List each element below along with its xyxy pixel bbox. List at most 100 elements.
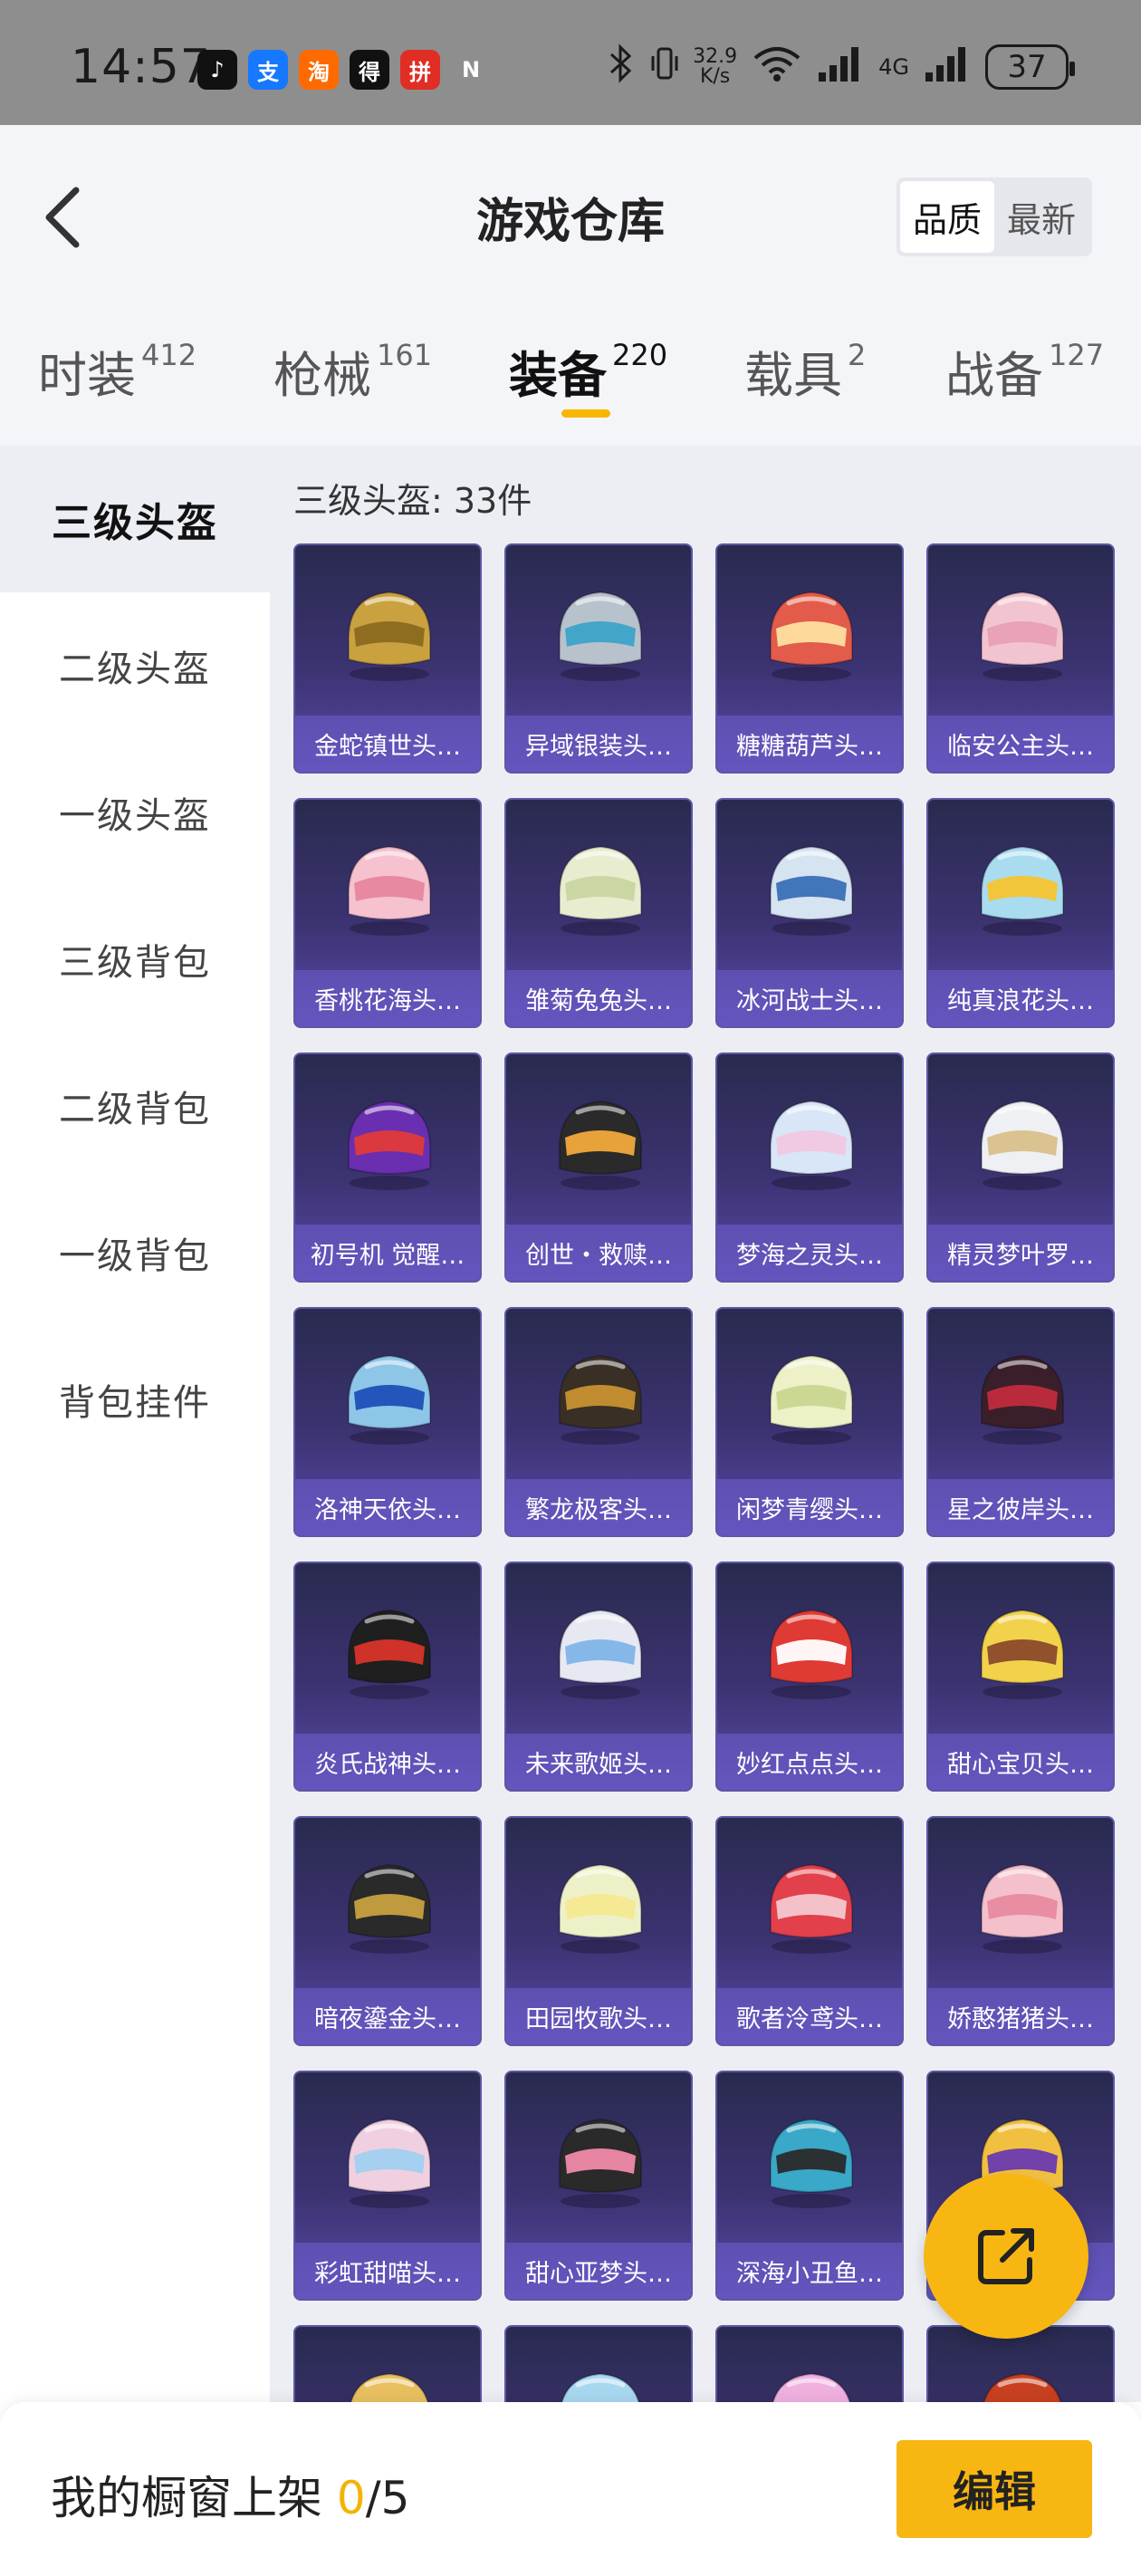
sidebar-item-level2-backpack[interactable]: 二级背包 — [0, 1033, 270, 1179]
item-name: 妙红点点头… — [717, 1734, 902, 1790]
item-card[interactable]: 未来歌姬头… — [504, 1562, 693, 1792]
item-card[interactable]: 临安公主头… — [926, 543, 1115, 774]
sidebar-item-level2-helmet[interactable]: 二级头盔 — [0, 592, 270, 739]
item-grid: 金蛇镇世头… 异域银装头… 糖糖葫芦头… 临安公主头… 香桃花海头… 雏菊兔兔头… 冰河战士… — [293, 543, 1115, 2402]
helmet-icon — [928, 545, 1113, 717]
signal-icon-2 — [924, 43, 971, 90]
tab-label: 枪械 — [273, 347, 371, 404]
net-speed-value: 32.9 — [693, 44, 738, 68]
item-card[interactable]: 深海小丑鱼… — [715, 2071, 904, 2301]
item-card[interactable] — [293, 2325, 482, 2402]
helmet-icon — [928, 2327, 1113, 2402]
item-card[interactable]: 田园牧歌头… — [504, 1816, 693, 2046]
item-panel: 三级头盔: 33件 金蛇镇世头… 异域银装头… 糖糖葫芦头… 临安公主头… 香桃花海头…… — [270, 446, 1141, 2402]
item-card[interactable]: 歌者泠鸢头… — [715, 1816, 904, 2046]
net-speed-unit: K/s — [699, 64, 731, 88]
helmet-icon — [928, 800, 1113, 972]
helmet-icon — [717, 2072, 902, 2244]
showcase-total-count: /5 — [365, 2472, 410, 2524]
item-card[interactable]: 炎氏战神头… — [293, 1562, 482, 1792]
item-card[interactable]: 繁龙极客头… — [504, 1307, 693, 1537]
tab-count: 2 — [848, 338, 867, 372]
sort-quality-button[interactable]: 品质 — [899, 181, 994, 253]
bluetooth-icon — [606, 43, 637, 90]
item-name: 梦海之灵头… — [717, 1225, 902, 1281]
item-name: 娇憨猪猪头… — [928, 1988, 1113, 2044]
vibrate-icon — [651, 43, 678, 90]
item-card[interactable]: 精灵梦叶罗… — [926, 1053, 1115, 1283]
item-card[interactable]: 香桃花海头… — [293, 798, 482, 1028]
item-card[interactable]: 彩虹甜喵头… — [293, 2071, 482, 2301]
sidebar-item-level3-helmet[interactable]: 三级头盔 — [0, 446, 270, 592]
share-button[interactable] — [924, 2174, 1088, 2339]
dewu-icon: 得 — [350, 50, 389, 90]
item-card[interactable]: 初号机 觉醒… — [293, 1053, 482, 1283]
sidebar-item-level1-helmet[interactable]: 一级头盔 — [0, 739, 270, 886]
helmet-icon — [295, 2327, 480, 2402]
item-name: 创世・救赎… — [506, 1225, 691, 1281]
item-name: 甜心亚梦头… — [506, 2243, 691, 2299]
helmet-icon — [506, 1818, 691, 1990]
helmet-icon — [506, 800, 691, 972]
page-header: 游戏仓库 品质 最新 — [0, 125, 1141, 297]
sort-newest-button[interactable]: 最新 — [994, 181, 1088, 253]
item-card[interactable]: 妙红点点头… — [715, 1562, 904, 1792]
showcase-label: 我的橱窗上架 — [51, 2472, 322, 2524]
item-card[interactable]: 金蛇镇世头… — [293, 543, 482, 774]
helmet-icon — [506, 1309, 691, 1481]
item-card[interactable]: 甜心宝贝头… — [926, 1562, 1115, 1792]
helmet-icon — [295, 1818, 480, 1990]
item-count: 三级头盔: 33件 — [293, 481, 532, 521]
item-card[interactable] — [504, 2325, 693, 2402]
item-name: 异域银装头… — [506, 716, 691, 772]
showcase-current-count: 0 — [336, 2472, 366, 2524]
sidebar-item-backpack-charm[interactable]: 背包挂件 — [0, 1326, 270, 1473]
item-card[interactable]: 暗夜鎏金头… — [293, 1816, 482, 2046]
helmet-icon — [928, 1818, 1113, 1990]
item-card[interactable]: 雏菊兔兔头… — [504, 798, 693, 1028]
bottom-bar: 我的橱窗上架 0/5 编辑 — [0, 2402, 1141, 2576]
nfc-icon: N — [451, 50, 491, 90]
item-card[interactable]: 冰河战士头… — [715, 798, 904, 1028]
item-card[interactable]: 创世・救赎… — [504, 1053, 693, 1283]
helmet-icon — [295, 1309, 480, 1481]
tab-count: 412 — [141, 338, 197, 372]
tab-firearms[interactable]: 枪械 161 — [273, 335, 432, 407]
tab-vehicles[interactable]: 载具 2 — [744, 335, 866, 407]
item-name: 临安公主头… — [928, 716, 1113, 772]
tab-label: 战备 — [945, 347, 1043, 404]
helmet-icon — [506, 2072, 691, 2244]
helmet-icon — [717, 545, 902, 717]
item-card[interactable]: 甜心亚梦头… — [504, 2071, 693, 2301]
item-card[interactable]: 纯真浪花头… — [926, 798, 1115, 1028]
tab-battle-supplies[interactable]: 战备 127 — [945, 335, 1104, 407]
item-name: 彩虹甜喵头… — [295, 2243, 480, 2299]
item-name: 雏菊兔兔头… — [506, 970, 691, 1026]
item-name: 金蛇镇世头… — [295, 716, 480, 772]
item-name: 甜心宝贝头… — [928, 1734, 1113, 1790]
item-card[interactable]: 洛神天依头… — [293, 1307, 482, 1537]
item-card[interactable]: 糖糖葫芦头… — [715, 543, 904, 774]
sidebar-item-level3-backpack[interactable]: 三级背包 — [0, 886, 270, 1033]
item-name: 深海小丑鱼… — [717, 2243, 902, 2299]
item-name: 歌者泠鸢头… — [717, 1988, 902, 2044]
item-card[interactable]: 闲梦青缨头… — [715, 1307, 904, 1537]
item-card[interactable] — [715, 2325, 904, 2402]
sidebar-item-level1-backpack[interactable]: 一级背包 — [0, 1179, 270, 1326]
item-name: 未来歌姬头… — [506, 1734, 691, 1790]
helmet-icon — [295, 545, 480, 717]
active-tab-indicator — [561, 409, 610, 418]
tiktok-icon: ♪ — [197, 50, 237, 90]
tab-equipment[interactable]: 装备 220 — [509, 335, 667, 407]
item-card[interactable]: 梦海之灵头… — [715, 1053, 904, 1283]
wifi-icon — [752, 43, 802, 90]
item-card[interactable]: 星之彼岸头… — [926, 1307, 1115, 1537]
tab-fashion[interactable]: 时装 412 — [38, 335, 197, 407]
item-name: 精灵梦叶罗… — [928, 1225, 1113, 1281]
item-card[interactable]: 异域银装头… — [504, 543, 693, 774]
edit-button[interactable]: 编辑 — [896, 2440, 1092, 2538]
tab-label: 装备 — [509, 347, 607, 404]
item-name: 糖糖葫芦头… — [717, 716, 902, 772]
pinduoduo-icon: 拼 — [400, 50, 440, 90]
item-card[interactable]: 娇憨猪猪头… — [926, 1816, 1115, 2046]
